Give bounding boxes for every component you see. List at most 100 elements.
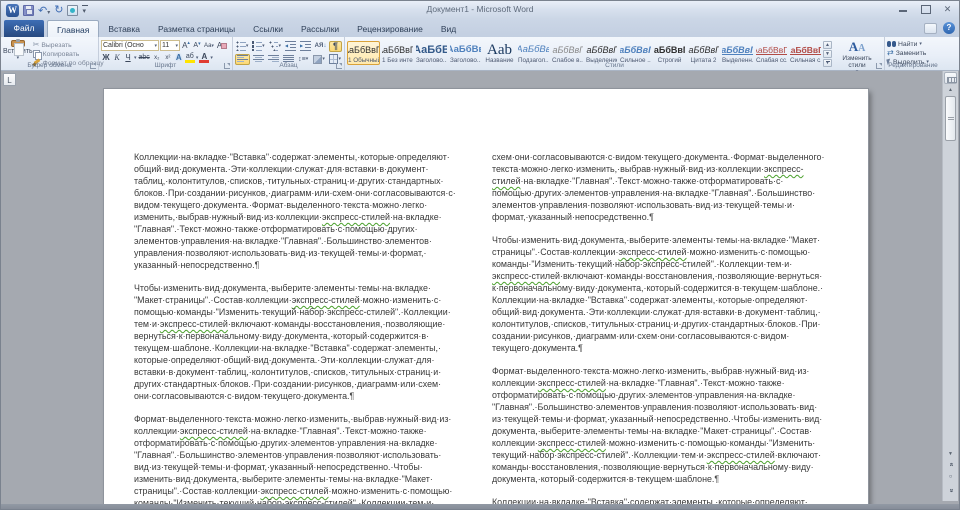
restore-button[interactable]: [919, 4, 932, 14]
scissors-icon: ✂: [33, 41, 40, 49]
style-preview: АаБбВвГг: [721, 43, 754, 57]
sort-button[interactable]: АЯ↓: [314, 41, 327, 52]
group-styles: АаБбВвГг1 ОбычныйАаБбВвГг1 Без инте...Аа…: [345, 37, 885, 70]
grammar-flagged-text: экспресс-стилей: [707, 450, 775, 460]
chevron-down-icon[interactable]: ▾: [210, 55, 213, 61]
change-styles-icon: АА: [849, 40, 866, 55]
bullets-button[interactable]: ▾: [235, 41, 249, 52]
tab-Главная[interactable]: Главная: [47, 20, 99, 37]
tab-row-right: ?: [924, 22, 955, 34]
style-preview: Аab: [487, 43, 512, 57]
style-preview: АаБбВвГг: [619, 43, 652, 57]
clear-formatting-button[interactable]: А: [216, 40, 227, 51]
tab-Рецензирование[interactable]: Рецензирование: [348, 20, 432, 37]
gallery-scroll-down[interactable]: ▼: [823, 50, 832, 58]
style-preview: АаБбВв: [449, 43, 482, 57]
grammar-flagged-text: экспресс-стилей: [180, 426, 248, 436]
dialog-launcher-icon[interactable]: [224, 63, 230, 69]
next-page-button[interactable]: »: [945, 487, 956, 499]
pilcrow-mark: ¶: [578, 343, 583, 353]
paste-button[interactable]: Вставить ▾: [3, 39, 33, 61]
tab-Ссылки[interactable]: Ссылки: [244, 20, 292, 37]
grammar-flagged-text: экспресс-стилей: [260, 486, 328, 496]
scroll-up-arrow[interactable]: ▲: [945, 85, 956, 95]
select-browse-object-button[interactable]: ○: [945, 474, 956, 486]
style-preview: АаБбВвГг: [381, 43, 414, 57]
pilcrow-mark: ¶: [714, 474, 719, 484]
pilcrow-mark: ¶: [255, 260, 260, 270]
style-preview: АаБбВвГг: [347, 43, 380, 57]
increase-indent-button[interactable]: [299, 41, 312, 52]
paragraph: Формат·​выделенного·​текста·​можно·​легк…: [492, 365, 825, 485]
gallery-scroll-up[interactable]: ▲: [823, 41, 832, 49]
document-pages[interactable]: Коллекции·​на·​вкладке·​"Вставка"·​содер…: [104, 89, 868, 506]
chevron-down-icon[interactable]: ▾: [134, 55, 137, 61]
replace-button[interactable]: ⇄ Заменить: [887, 49, 939, 57]
chevron-down-icon: ▾: [154, 43, 157, 49]
group-label: Шрифт: [99, 62, 232, 69]
grammar-flagged-text: экспресс-стилей: [538, 378, 606, 388]
copy-button[interactable]: Копировать: [33, 50, 104, 58]
find-button[interactable]: Найти ▾: [887, 40, 939, 48]
tab-Вставка[interactable]: Вставка: [99, 20, 149, 37]
paragraph: Формат·​выделенного·​текста·​можно·​легк…: [134, 413, 456, 506]
paragraph: схем·​они·​согласовываются·​с·​видом·​те…: [492, 151, 825, 223]
paragraph: Коллекции·​на·​вкладке·​"Вставка"·​содер…: [134, 151, 456, 271]
numbering-icon: [252, 41, 262, 51]
change-styles-button[interactable]: АА Изменить стили ▾: [833, 39, 881, 61]
page-1-text: Коллекции·​на·​вкладке·​"Вставка"·​содер…: [134, 151, 456, 506]
grammar-flagged-text: экспресс-стилей: [618, 247, 686, 257]
copy-icon: [33, 50, 41, 58]
font-name-combo[interactable]: Calibri (Осно ▾: [101, 40, 159, 51]
minimize-ribbon-icon[interactable]: [924, 23, 937, 34]
dialog-launcher-icon[interactable]: [336, 63, 342, 69]
chevron-down-icon: ▾: [175, 43, 178, 49]
change-case-button[interactable]: Аа▾: [203, 40, 215, 51]
minimize-button[interactable]: [897, 4, 910, 14]
close-button[interactable]: ✕: [941, 4, 954, 14]
group-label: Стили: [345, 62, 884, 69]
ribbon-tab-row: Файл ГлавнаяВставкаРазметка страницыСсыл…: [1, 19, 959, 37]
grammar-flagged-text: экспресс-стилей: [322, 212, 390, 222]
sort-icon: АЯ↓: [315, 43, 327, 49]
grammar-flagged-text: экспресс-стилей: [292, 295, 360, 305]
replace-icon: ⇄: [887, 49, 894, 57]
page-2-text: схем·​они·​согласовываются·​с·​видом·​те…: [492, 151, 825, 506]
scroll-down-arrow[interactable]: ▼: [945, 449, 956, 459]
dialog-launcher-icon[interactable]: [90, 63, 96, 69]
style-preview: АаБбВвГг: [551, 43, 584, 57]
style-preview: АаБбВвГг: [585, 43, 618, 57]
group-editing: Найти ▾ ⇄ Заменить Выделить ▾ Редактиров…: [885, 37, 941, 70]
decrease-indent-button[interactable]: [284, 41, 297, 52]
grammar-flagged-text: экспресс-стилей: [492, 271, 560, 281]
window-controls: ✕: [897, 4, 954, 14]
scrollbar-thumb[interactable]: [945, 96, 956, 141]
tab-Рассылки[interactable]: Рассылки: [292, 20, 348, 37]
show-formatting-marks-button[interactable]: ¶: [329, 41, 342, 52]
font-size-combo[interactable]: 11 ▾: [160, 40, 180, 51]
help-icon[interactable]: ?: [943, 22, 955, 34]
dialog-launcher-icon[interactable]: [876, 63, 882, 69]
style-preview: АаБбВ: [415, 43, 448, 57]
cut-button[interactable]: ✂ Вырезать: [33, 41, 104, 49]
group-font: Calibri (Осно ▾ 11 ▾ А А Аа▾ А Ж К Ч ▾ a…: [99, 37, 233, 70]
chevron-down-icon[interactable]: ▾: [196, 55, 199, 61]
grow-font-button[interactable]: А: [181, 40, 191, 51]
ribbon-tabs: ГлавнаяВставкаРазметка страницыСсылкиРас…: [47, 20, 465, 37]
tab-file[interactable]: Файл: [4, 20, 44, 37]
tab-Разметка страницы[interactable]: Разметка страницы: [149, 20, 244, 37]
chevron-down-icon: ▾: [211, 43, 214, 49]
previous-page-button[interactable]: «: [945, 461, 956, 473]
ruler-toggle-icon[interactable]: [944, 72, 957, 84]
group-label: Абзац: [233, 62, 344, 69]
tab-Вид[interactable]: Вид: [432, 20, 465, 37]
clipboard-icon: [11, 40, 25, 47]
group-label: Буфер обмена: [1, 62, 98, 69]
shrink-font-button[interactable]: А: [192, 40, 202, 51]
multilevel-list-button[interactable]: ▾: [268, 41, 282, 52]
style-preview: АаБбВвГг: [789, 43, 822, 57]
tab-stop-selector[interactable]: L: [3, 73, 16, 86]
increase-indent-icon: [300, 41, 311, 51]
numbering-button[interactable]: ▾: [251, 41, 265, 52]
vertical-scrollbar[interactable]: ▲ ▼ « ○ »: [942, 71, 958, 501]
